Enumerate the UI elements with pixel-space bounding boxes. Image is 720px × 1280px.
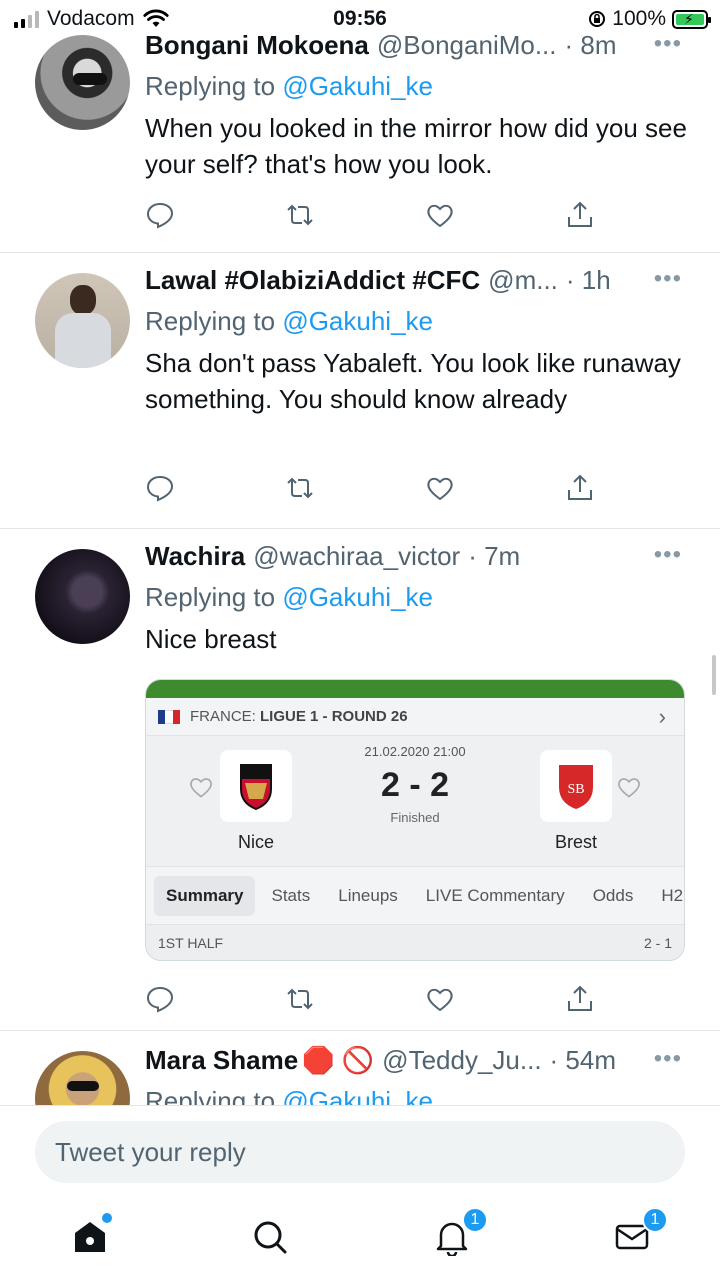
nav-home[interactable] — [68, 1213, 112, 1259]
league-country: FRANCE: — [190, 708, 256, 725]
tweet-text: When you looked in the mirror how did yo… — [145, 113, 687, 179]
replying-to: Replying to @Gakuhi_ke — [145, 1081, 690, 1105]
author-name[interactable]: Lawal #OlabiziAddict #CFC — [145, 265, 480, 296]
nav-messages[interactable]: 1 — [610, 1207, 668, 1259]
reply-bar — [0, 1105, 720, 1195]
messages-badge: 1 — [642, 1207, 668, 1233]
replying-to-label: Replying to — [145, 582, 276, 612]
half-label: 1ST HALF — [158, 934, 224, 951]
nav-search[interactable] — [248, 1215, 292, 1259]
mention-link[interactable]: @Gakuhi_ke — [282, 306, 433, 336]
replying-to-label: Replying to — [145, 1086, 276, 1105]
tab-live-commentary: LIVE Commentary — [425, 885, 565, 905]
scrollbar[interactable] — [712, 655, 716, 695]
like-icon[interactable] — [425, 200, 455, 230]
more-options-icon[interactable]: ••• — [654, 541, 682, 569]
tweet-actions — [145, 984, 595, 1018]
card-header-bar — [146, 680, 684, 698]
replying-to: Replying to @Gakuhi_ke — [145, 66, 690, 106]
like-icon[interactable] — [425, 473, 455, 503]
replies-feed[interactable]: Bongani Mokoena @BonganiMo... · 8m ••• R… — [0, 20, 720, 1105]
more-options-icon[interactable]: ••• — [654, 265, 682, 293]
favorite-heart-icon — [618, 778, 640, 798]
nav-notifications[interactable]: 1 — [430, 1207, 488, 1259]
tab-stats: Stats — [271, 885, 311, 905]
share-icon[interactable] — [565, 984, 595, 1014]
brest-crest-icon: SB — [540, 750, 612, 822]
search-icon[interactable] — [251, 1218, 289, 1256]
tweet-text: Nice breast — [145, 624, 277, 654]
tweet-actions — [145, 473, 595, 507]
tweet-time: · 1h — [565, 265, 611, 295]
away-team: Brest — [554, 832, 597, 852]
league-row: FRANCE: LIGUE 1 - ROUND 26 › — [146, 698, 684, 736]
mention-link[interactable]: @Gakuhi_ke — [282, 71, 433, 101]
tab-odds: Odds — [592, 885, 634, 905]
home-new-dot — [102, 1213, 112, 1223]
share-icon[interactable] — [565, 473, 595, 503]
tweet-text: Sha don't pass Yabaleft. You look like r… — [145, 348, 681, 414]
tab-h2h: H2 — [661, 885, 684, 905]
reply-input[interactable] — [35, 1121, 685, 1183]
tab-lineups: Lineups — [338, 885, 398, 905]
half-row: 1ST HALF 2 - 1 — [146, 924, 684, 960]
name-emoji: 🛑 🚫 — [302, 1045, 375, 1075]
author-name[interactable]: Bongani Mokoena — [145, 30, 369, 61]
bottom-nav: 1 1 — [0, 1195, 720, 1280]
home-icon[interactable] — [71, 1218, 109, 1256]
tweet[interactable]: Wachira @wachiraa_victor · 7m ••• Replyi… — [0, 529, 720, 1031]
tweet[interactable]: Mara Shame 🛑 🚫 @Teddy_Ju... · 54m ••• Re… — [0, 1031, 720, 1105]
reply-icon[interactable] — [145, 200, 175, 230]
tweet-time: · 54m — [549, 1045, 617, 1075]
tweet-time: · 7m — [468, 541, 521, 571]
tab-summary: Summary — [154, 875, 256, 916]
author-name[interactable]: Wachira — [145, 541, 245, 572]
mention-link[interactable]: @Gakuhi_ke — [282, 1086, 433, 1105]
replying-to-label: Replying to — [145, 71, 276, 101]
like-icon[interactable] — [425, 984, 455, 1014]
retweet-icon[interactable] — [285, 473, 315, 503]
author-name[interactable]: Mara Shame — [145, 1045, 298, 1076]
svg-text:SB: SB — [567, 782, 584, 797]
retweet-icon[interactable] — [285, 200, 315, 230]
match-card-image[interactable]: FRANCE: LIGUE 1 - ROUND 26 › Nice 21.02.… — [145, 679, 685, 961]
author-handle[interactable]: @BonganiMo... — [377, 30, 557, 61]
share-icon[interactable] — [565, 200, 595, 230]
reply-icon[interactable] — [145, 473, 175, 503]
more-options-icon[interactable]: ••• — [654, 30, 682, 58]
replying-to: Replying to @Gakuhi_ke — [145, 301, 690, 341]
half-score: 2 - 1 — [643, 934, 672, 951]
tweet-actions — [145, 200, 595, 234]
match-tabs: Summary Stats Lineups LIVE Commentary Od… — [146, 866, 684, 924]
retweet-icon[interactable] — [285, 984, 315, 1014]
avatar[interactable] — [35, 273, 130, 368]
tweet[interactable]: Bongani Mokoena @BonganiMo... · 8m ••• R… — [0, 20, 720, 253]
match-summary: Nice 21.02.2020 21:00 2 - 2 Finished SB … — [146, 736, 684, 866]
home-team: Nice — [237, 832, 274, 852]
author-handle[interactable]: @wachiraa_victor — [253, 541, 460, 572]
replying-to-label: Replying to — [145, 306, 276, 336]
tweet[interactable]: Lawal #OlabiziAddict #CFC @m... · 1h •••… — [0, 253, 720, 529]
author-handle[interactable]: @Teddy_Ju... — [382, 1045, 541, 1076]
avatar[interactable] — [35, 549, 130, 644]
replying-to: Replying to @Gakuhi_ke — [145, 577, 690, 617]
author-handle[interactable]: @m... — [488, 265, 558, 296]
notifications-badge: 1 — [462, 1207, 488, 1233]
league-name: LIGUE 1 - ROUND 26 — [260, 708, 408, 725]
tweet-time: · 8m — [564, 30, 617, 60]
avatar[interactable] — [35, 35, 130, 130]
chevron-right-icon: › — [658, 704, 666, 729]
avatar[interactable] — [35, 1051, 130, 1105]
reply-icon[interactable] — [145, 984, 175, 1014]
more-options-icon[interactable]: ••• — [654, 1045, 682, 1073]
mention-link[interactable]: @Gakuhi_ke — [282, 582, 433, 612]
france-flag-icon — [158, 709, 180, 724]
